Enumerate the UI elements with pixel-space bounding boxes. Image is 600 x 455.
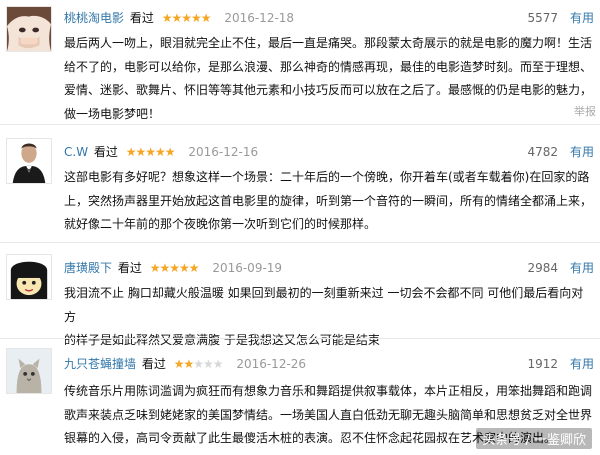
anime-girl-avatar-image (7, 7, 51, 51)
cartoon-avatar-image (7, 255, 51, 299)
avatar[interactable] (6, 6, 52, 52)
rating-stars-on: ★★ (173, 357, 194, 371)
rating-stars: ★★★★★ (173, 357, 224, 371)
divider (0, 124, 600, 125)
review-line: 给不了的，电影可以给你，是那么浪漫、那么神奇的情感再现，最佳的电影造梦时刻。而至… (64, 59, 593, 74)
rating-stars-off: ★★★ (193, 357, 223, 371)
avatar[interactable] (6, 348, 52, 394)
rating-stars: ★★★★★ (149, 261, 200, 275)
review-item: 唐璜殿下 看过 ★★★★★ 2016-09-19 2984 有用 我泪流不止 胸… (0, 246, 600, 347)
useful-button[interactable]: 有用 (570, 354, 594, 374)
divider (0, 338, 600, 339)
report-link[interactable]: 举报 (574, 103, 596, 119)
review-date: 2016-09-19 (212, 261, 283, 275)
review-line: 歌声来装点乏味到姥姥家的美国梦情结。一场美国人直白低劲无聊无趣头脑简单和思想贫乏… (64, 407, 593, 422)
useful-button[interactable]: 有用 (570, 258, 594, 278)
avatar[interactable] (6, 138, 52, 184)
watched-status: 看过 (141, 357, 166, 371)
watched-status: 看过 (117, 261, 142, 275)
rating-stars-on: ★★★★★ (125, 145, 176, 159)
divider (0, 242, 600, 243)
review-line: 做一场电影梦吧！ (64, 106, 161, 121)
watermark: 头条号 / 一鉴卿欣 (476, 428, 592, 449)
useful-count: 5577 (527, 11, 558, 25)
useful-button[interactable]: 有用 (570, 142, 594, 162)
username-link[interactable]: 九只苍蝇撞墙 (64, 357, 136, 371)
watched-status: 看过 (129, 11, 154, 25)
useful-count: 1912 (527, 357, 558, 371)
review-line: 爱情、迷影、歌舞片、怀旧等等其他元素和小技巧反而可以放在之后了。最感慨的仍是电影… (64, 83, 593, 97)
review-item: C.W 看过 ★★★★★ 2016-12-16 4782 有用 这部电影有多好呢… (0, 130, 600, 240)
rating-stars: ★★★★★ (161, 11, 212, 25)
review-line: 我泪流不止 胸口却藏火般温暖 如果回到最初的一刻重新来过 一切会不会都不同 可他… (64, 286, 584, 324)
review-date: 2016-12-26 (236, 357, 307, 371)
username-link[interactable]: 桃桃淘电影 (64, 11, 124, 25)
username-link[interactable]: C.W (64, 145, 88, 159)
review-meta: C.W 看过 ★★★★★ 2016-12-16 4782 有用 (64, 142, 594, 162)
review-date: 2016-12-16 (188, 145, 259, 159)
review-meta: 桃桃淘电影 看过 ★★★★★ 2016-12-18 5577 有用 (64, 8, 594, 28)
review-line: 这部电影有多好呢？想象这样一个场景：二十年后的一个傍晚，你开着车(或者车载着你)… (64, 170, 590, 184)
review-meta: 唐璜殿下 看过 ★★★★★ 2016-09-19 2984 有用 (64, 258, 594, 278)
useful-count: 2984 (527, 261, 558, 275)
review-meta: 九只苍蝇撞墙 看过 ★★★★★ 2016-12-26 1912 有用 (64, 354, 594, 374)
username-link[interactable]: 唐璜殿下 (64, 261, 112, 275)
man-in-suit-avatar-image (7, 139, 51, 183)
avatar[interactable] (6, 254, 52, 300)
review-text: 最后两人一吻上，眼泪就完全止不住，最后一直是痛哭。那段蒙太奇展示的就是电影的魔力… (64, 32, 594, 126)
review-text: 这部电影有多好呢？想象这样一个场景：二十年后的一个傍晚，你开着车(或者车载着你)… (64, 166, 594, 237)
review-date: 2016-12-18 (224, 11, 295, 25)
rating-stars-on: ★★★★★ (161, 11, 212, 25)
cat-avatar-image (7, 349, 51, 393)
review-line: 传统音乐片用陈词滥调为疯狂而有想象力音乐和舞蹈提供叙事载体，本片正相反，用笨拙舞… (64, 384, 593, 398)
useful-button[interactable]: 有用 (570, 8, 594, 28)
review-line: 就好像二十年前的那个夜晚你第一次听到它们的时候那样。 (64, 217, 377, 231)
review-line: 最后两人一吻上，眼泪就完全止不住，最后一直是痛哭。那段蒙太奇展示的就是电影的魔力… (64, 36, 593, 50)
review-item: 桃桃淘电影 看过 ★★★★★ 2016-12-18 5577 有用 最后两人一吻… (0, 0, 600, 121)
useful-count: 4782 (527, 145, 558, 159)
rating-stars: ★★★★★ (125, 145, 176, 159)
rating-stars-on: ★★★★★ (149, 261, 200, 275)
watched-status: 看过 (93, 145, 118, 159)
review-line: 上，突然扬声器里开始放起这首电影里的旋律，听到第一个音符的一瞬间，所有的情绪全都… (64, 193, 593, 208)
